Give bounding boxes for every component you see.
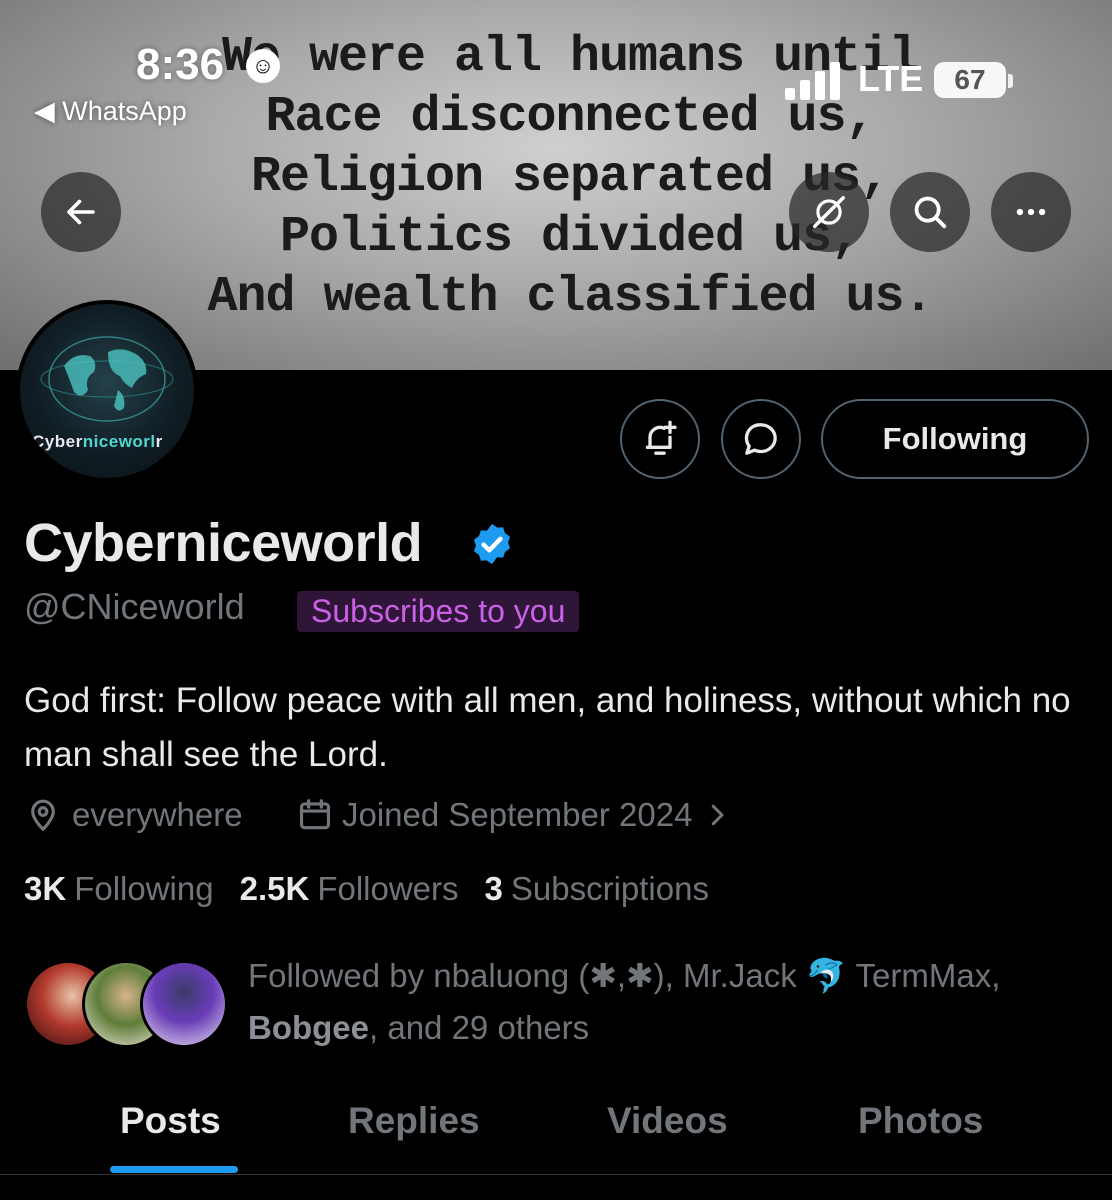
display-name: Cyberniceworld	[24, 513, 423, 573]
bell-plus-icon	[645, 420, 677, 455]
status-time: 8:36	[136, 40, 225, 89]
dolphin-icon: 🐬	[805, 957, 847, 994]
chat-bubble-icon	[744, 423, 777, 455]
subscribes-to-you-badge: Subscribes to you	[297, 591, 580, 632]
grok-button[interactable]	[789, 172, 869, 252]
notifications-button[interactable]	[620, 399, 700, 479]
location: everywhere	[24, 796, 243, 834]
location-pin-icon	[31, 799, 55, 832]
message-button[interactable]	[721, 399, 801, 479]
following-button[interactable]: Following	[821, 399, 1089, 479]
search-icon	[914, 196, 947, 229]
followed-by-prefix: Followed by nbaluong (✱,✱), Mr.Jack	[248, 957, 806, 994]
battery-tip	[1008, 74, 1013, 88]
tab-photos[interactable]: Photos	[858, 1100, 983, 1142]
more-options-button[interactable]	[991, 172, 1071, 252]
more-horizontal-icon	[1016, 208, 1046, 216]
profile-stats: 3K Following 2.5K Followers 3 Subscriptions	[24, 870, 735, 908]
profile-bio: God first: Follow peace with all men, an…	[24, 681, 1071, 774]
chevron-right-icon	[712, 804, 724, 826]
active-tab-indicator	[110, 1166, 238, 1173]
followers-stat[interactable]: 2.5K Followers	[240, 870, 459, 908]
followers-count: 2.5K	[239, 870, 310, 907]
username-handle: @CNiceworld	[24, 586, 245, 627]
avatar	[140, 960, 228, 1048]
avatar-wordmark-part: r	[155, 432, 163, 451]
joined-date[interactable]: Joined September 2024	[296, 796, 732, 834]
followed-by-text[interactable]: Followed by nbaluong (✱,✱), Mr.Jack 🐬 Te…	[248, 950, 1088, 1054]
tab-videos[interactable]: Videos	[607, 1100, 728, 1142]
battery-icon: 67	[934, 62, 1006, 98]
followers-label: Followers	[317, 870, 459, 907]
followed-by-bold-name: Bobgee	[248, 1009, 370, 1046]
tabs-divider	[0, 1174, 1112, 1175]
back-button[interactable]	[41, 172, 121, 252]
avatar-wordmark-part: niceworl	[82, 432, 156, 451]
subscriptions-label: Subscriptions	[510, 870, 709, 907]
signal-icon	[785, 60, 845, 100]
location-text: everywhere	[72, 796, 243, 833]
profile-tabs: Posts Replies Videos Photos	[0, 1090, 1112, 1176]
network-type: LTE	[858, 58, 924, 99]
followed-by-suffix: , and 29 others	[369, 1009, 590, 1046]
followed-by-avatars[interactable]	[24, 960, 234, 1050]
following-label: Following	[74, 870, 214, 907]
subscriptions-stat[interactable]: 3 Subscriptions	[485, 870, 709, 908]
back-to-whatsapp-link[interactable]: ◀ WhatsApp	[34, 96, 187, 127]
banner-quote-line: Religion separated us,	[250, 149, 890, 206]
banner-quote-line: Politics divided us,	[279, 209, 861, 266]
following-count: 3K	[24, 870, 67, 907]
subscriptions-count: 3	[484, 870, 503, 907]
calendar-icon	[299, 799, 331, 830]
avatar-wordmark: Cyberniceworlr	[32, 432, 163, 452]
banner-quote-line: And wealth classified us.	[207, 269, 933, 326]
tab-posts[interactable]: Posts	[120, 1100, 221, 1142]
arrow-left-icon	[67, 199, 95, 225]
followed-by-middle: TermMax,	[846, 957, 1001, 994]
grok-icon	[813, 196, 845, 228]
tab-replies[interactable]: Replies	[348, 1100, 480, 1142]
joined-text: Joined September 2024	[342, 796, 693, 833]
search-button[interactable]	[890, 172, 970, 252]
following-stat[interactable]: 3K Following	[24, 870, 214, 908]
verified-badge-icon	[473, 523, 511, 565]
smiley-icon: ☺	[246, 49, 280, 83]
profile-avatar[interactable]: Cyberniceworlr	[16, 300, 198, 482]
avatar-wordmark-part: Cyber	[32, 432, 83, 451]
avatar-image: Cyberniceworlr	[20, 304, 194, 478]
